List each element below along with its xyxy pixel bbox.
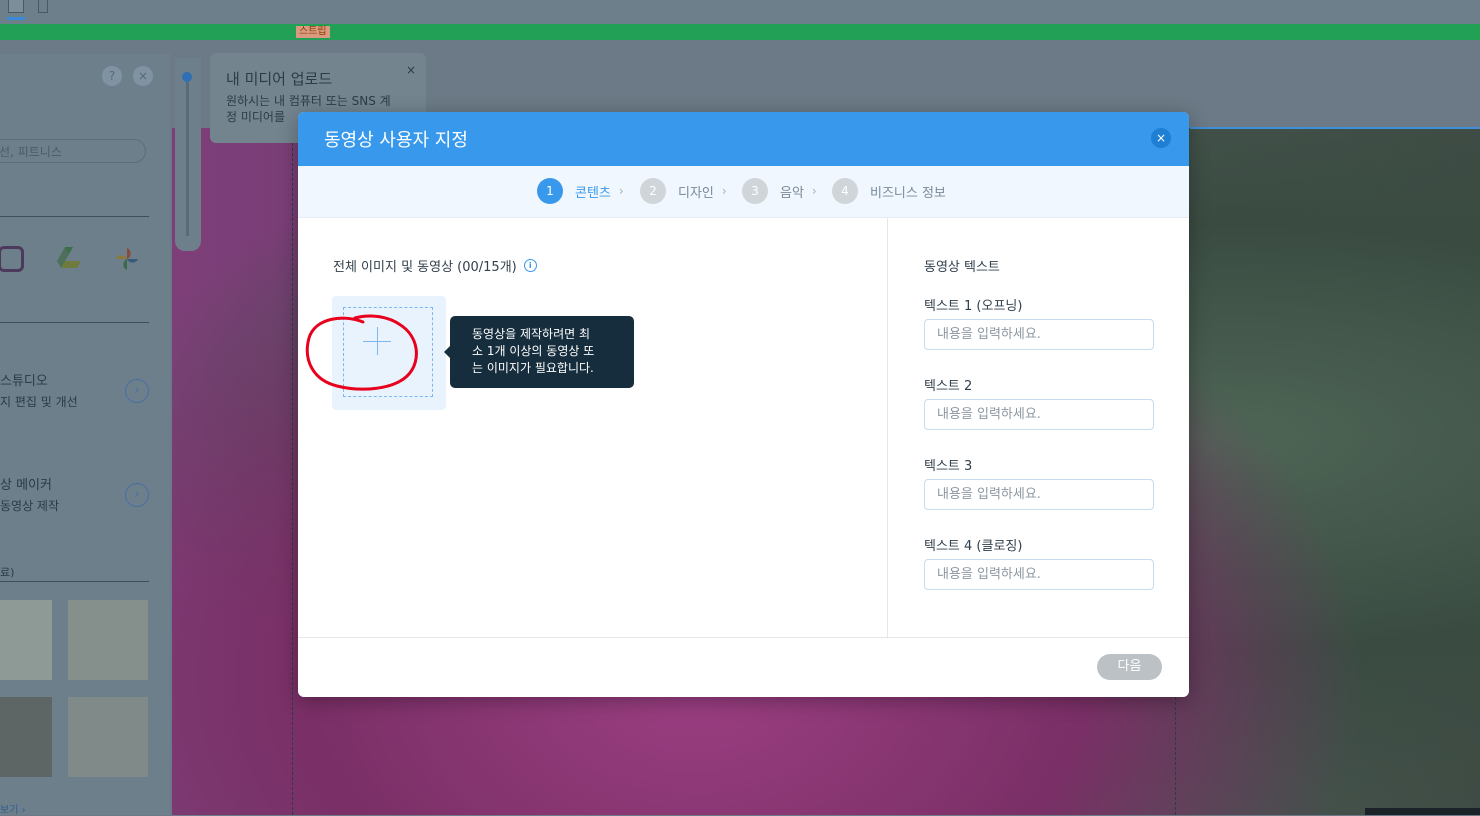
modal-title: 동영상 사용자 지정 <box>324 130 468 151</box>
text-3-label: 텍스트 3 <box>924 459 973 474</box>
step-number: 4 <box>832 178 858 204</box>
close-icon[interactable]: × <box>133 66 153 86</box>
canvas-selection-line <box>1190 127 1480 129</box>
text-2-label: 텍스트 2 <box>924 379 973 394</box>
upload-tip-title: 내 미디어 업로드 <box>226 70 333 88</box>
divider <box>0 216 149 217</box>
step-number: 1 <box>537 178 563 204</box>
text-1-input[interactable] <box>924 319 1154 350</box>
zoom-slider[interactable] <box>175 58 201 251</box>
video-maker-item[interactable]: 상 메이커 동영상 제작 <box>0 476 59 516</box>
strip-highlight-bar <box>0 24 1480 40</box>
text-1-label: 텍스트 1 (오프닝) <box>924 299 1023 314</box>
media-thumbnail[interactable] <box>0 600 52 680</box>
media-section-title: 전체 이미지 및 동영상 (00/15개) i <box>333 256 537 275</box>
divider <box>0 581 149 582</box>
free-media-label: 료) <box>0 566 15 579</box>
google-photos-icon[interactable] <box>114 246 142 274</box>
chevron-right-icon: › <box>811 184 817 198</box>
step-design[interactable]: 2 디자인 › <box>640 178 727 204</box>
photo-studio-title: 스튜디오 <box>0 374 48 389</box>
video-maker-title: 상 메이커 <box>0 478 52 493</box>
step-business-info[interactable]: 4 비즈니스 정보 <box>832 178 946 204</box>
step-music[interactable]: 3 음악 › <box>742 178 817 204</box>
google-drive-icon[interactable] <box>56 246 84 274</box>
step-label: 비즈니스 정보 <box>870 185 946 201</box>
chevron-right-icon[interactable]: › <box>125 483 149 507</box>
close-icon[interactable]: × <box>1151 128 1171 148</box>
text-4-label: 텍스트 4 (클로징) <box>924 539 1023 554</box>
media-search-input[interactable]: 선, 피트니스 <box>0 139 146 163</box>
close-icon[interactable]: × <box>406 63 416 77</box>
media-thumbnail[interactable] <box>68 697 148 777</box>
modal-footer: 다음 <box>298 637 1189 697</box>
chevron-right-icon: › <box>721 184 727 198</box>
text-4-input[interactable] <box>924 559 1154 590</box>
strip-tag: 스트립 <box>296 26 330 38</box>
media-thumbnail[interactable] <box>0 697 52 777</box>
zoom-slider-handle[interactable] <box>182 72 192 82</box>
step-content[interactable]: 1 콘텐츠 › <box>537 178 624 204</box>
canvas-gridline <box>292 128 293 815</box>
chevron-right-icon[interactable]: › <box>125 379 149 403</box>
media-required-tooltip: 동영상을 제작하려면 최 소 1개 이상의 동영상 또 는 이미지가 필요합니다… <box>444 316 634 388</box>
canvas-dark-strip <box>1365 808 1480 815</box>
photo-studio-subtitle: 지 편집 및 개선 <box>0 395 78 409</box>
divider <box>0 322 149 323</box>
modal-header: 동영상 사용자 지정 × <box>298 112 1189 166</box>
zoom-slider-track <box>186 76 189 236</box>
see-more-link[interactable]: 보기 › <box>0 801 26 816</box>
video-customize-modal: 동영상 사용자 지정 × 1 콘텐츠 › 2 디자인 › 3 음악 › 4 비즈… <box>298 112 1189 697</box>
info-icon[interactable]: i <box>523 259 537 272</box>
editor-top-bar <box>0 0 1480 24</box>
media-left-panel: ? × 선, 피트니스 스튜디오 지 편집 및 개선 › 상 메이커 동영상 제… <box>0 54 170 816</box>
upload-tip-line: 원하시는 내 컴퓨터 또는 SNS 계 <box>226 94 391 108</box>
tooltip-line: 는 이미지가 필요합니다. <box>472 361 594 375</box>
chevron-right-icon: › <box>618 184 624 198</box>
red-annotation-circle <box>305 314 418 391</box>
step-label: 디자인 <box>678 185 714 201</box>
step-number: 2 <box>640 178 666 204</box>
tooltip-line: 동영상을 제작하려면 최 <box>472 327 591 341</box>
media-count-label: 전체 이미지 및 동영상 (00/15개) <box>333 260 517 275</box>
text-3-input[interactable] <box>924 479 1154 510</box>
help-icon[interactable]: ? <box>102 66 122 86</box>
next-button[interactable]: 다음 <box>1097 654 1162 680</box>
photo-studio-item[interactable]: 스튜디오 지 편집 및 개선 <box>0 372 78 412</box>
desktop-icon[interactable] <box>7 0 25 20</box>
instagram-icon[interactable] <box>0 246 24 272</box>
tooltip-line: 소 1개 이상의 동영상 또 <box>472 344 595 358</box>
media-thumbnail[interactable] <box>68 600 148 680</box>
wizard-steps: 1 콘텐츠 › 2 디자인 › 3 음악 › 4 비즈니스 정보 <box>298 166 1189 218</box>
video-maker-subtitle: 동영상 제작 <box>0 499 60 513</box>
step-number: 3 <box>742 178 768 204</box>
text-2-input[interactable] <box>924 399 1154 430</box>
canvas-gridline <box>1175 697 1176 815</box>
step-label: 콘텐츠 <box>575 185 611 201</box>
video-text-section: 동영상 텍스트 텍스트 1 (오프닝) 텍스트 2 텍스트 3 텍스트 4 (클… <box>887 218 1189 638</box>
video-text-title: 동영상 텍스트 <box>924 260 1000 275</box>
step-label: 음악 <box>780 185 804 201</box>
media-section: 전체 이미지 및 동영상 (00/15개) i 동영상을 제작하려면 최 소 1… <box>298 218 887 638</box>
mobile-icon[interactable] <box>38 0 48 13</box>
